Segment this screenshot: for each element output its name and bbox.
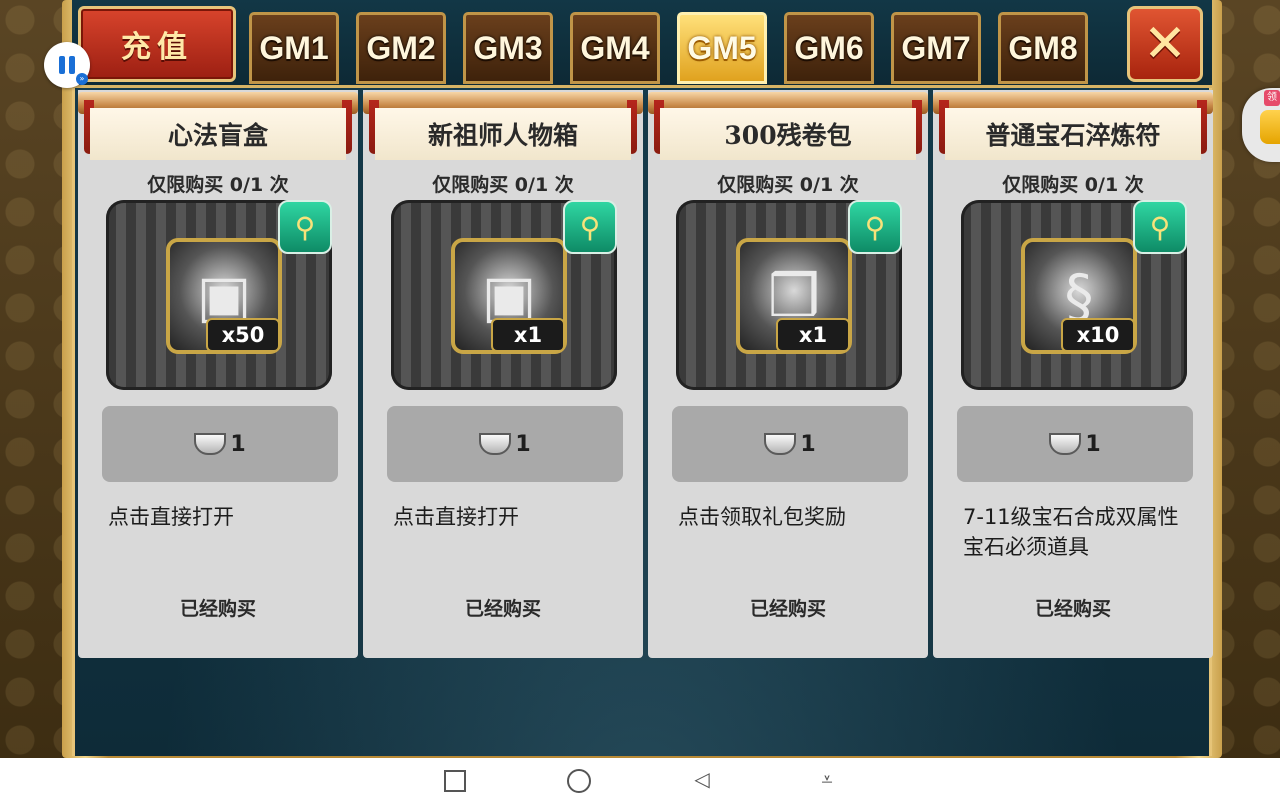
buy-button[interactable]: 1 (102, 406, 338, 482)
tab-gm4[interactable]: GM4 (570, 12, 660, 84)
purchase-status: 已经购买 (1034, 598, 1111, 620)
item-display: ❒ x1 ⚲ (676, 200, 902, 390)
silver-ingot-icon (194, 433, 227, 455)
silver-ingot-icon (764, 433, 797, 455)
back-icon[interactable]: ◁ (690, 767, 714, 791)
item-display: ▣ x1 ⚲ (391, 200, 617, 390)
recent-apps-icon[interactable] (441, 767, 465, 791)
item-description: 7-11级宝石合成双属性宝石必须道具 (963, 505, 1179, 559)
price-value: 1 (1085, 431, 1101, 457)
price-value: 1 (800, 431, 816, 457)
card-title: 新祖师人物箱 (375, 108, 631, 160)
tab-gm8[interactable]: GM8 (998, 12, 1088, 84)
magnifier-icon[interactable]: ⚲ (848, 200, 902, 254)
card-title: 普通宝石淬炼符 (945, 108, 1201, 160)
buy-button[interactable]: 1 (672, 406, 908, 482)
shop-card: 心法盲盒 仅限购买 0/1 次 ▣ x50 ⚲ 1 点击直接打开 已经购买 (78, 90, 358, 658)
silver-ingot-icon (1049, 433, 1082, 455)
shop-card: 新祖师人物箱 仅限购买 0/1 次 ▣ x1 ⚲ 1 点击直接打开 已经购买 (363, 90, 643, 658)
buy-button[interactable]: 1 (387, 406, 623, 482)
tab-gm7[interactable]: GM7 (891, 12, 981, 84)
recharge-tab[interactable]: 充值 (78, 6, 236, 82)
tab-gm5[interactable]: GM5 (677, 12, 767, 84)
card-title: 心法盲盒 (90, 108, 346, 160)
system-nav-bar: ◁ ⩡ (0, 758, 1280, 800)
item-description: 点击直接打开 (393, 505, 519, 529)
tab-gm3[interactable]: GM3 (463, 12, 553, 84)
purchase-status: 已经购买 (179, 598, 256, 620)
home-icon[interactable] (565, 767, 589, 791)
magnifier-icon[interactable]: ⚲ (563, 200, 617, 254)
purchase-status: 已经购买 (749, 598, 826, 620)
magnifier-icon[interactable]: ⚲ (1133, 200, 1187, 254)
coin-icon (1260, 110, 1280, 144)
pause-button[interactable]: » (44, 42, 90, 88)
purchase-limit: 仅限购买 0/1 次 (717, 174, 859, 196)
item-display: ▣ x50 ⚲ (106, 200, 332, 390)
buy-button[interactable]: 1 (957, 406, 1193, 482)
item-description: 点击直接打开 (108, 505, 234, 529)
item-quantity: x1 (776, 318, 850, 352)
pause-icon (59, 56, 75, 74)
item-quantity: x10 (1061, 318, 1135, 352)
purchase-limit: 仅限购买 0/1 次 (432, 174, 574, 196)
close-icon: ✕ (1143, 14, 1187, 74)
card-title: 300残卷包 (660, 108, 916, 160)
item-description: 点击领取礼包奖励 (678, 505, 846, 529)
silver-ingot-icon (479, 433, 512, 455)
item-quantity: x50 (206, 318, 280, 352)
side-reward-tag: 领 (1264, 90, 1280, 106)
magnifier-icon[interactable]: ⚲ (278, 200, 332, 254)
purchase-status: 已经购买 (464, 598, 541, 620)
tab-gm2[interactable]: GM2 (356, 12, 446, 84)
price-value: 1 (515, 431, 531, 457)
item-display: § x10 ⚲ (961, 200, 1187, 390)
shop-card: 普通宝石淬炼符 仅限购买 0/1 次 § x10 ⚲ 1 7-11级宝石合成双属… (933, 90, 1213, 658)
shop-card: 300残卷包 仅限购买 0/1 次 ❒ x1 ⚲ 1 点击领取礼包奖励 已经购买 (648, 90, 928, 658)
item-quantity: x1 (491, 318, 565, 352)
close-button[interactable]: ✕ (1127, 6, 1203, 82)
purchase-limit: 仅限购买 0/1 次 (147, 174, 289, 196)
tab-gm1[interactable]: GM1 (249, 12, 339, 84)
fast-forward-icon: » (76, 73, 88, 85)
tab-gm6[interactable]: GM6 (784, 12, 874, 84)
price-value: 1 (230, 431, 246, 457)
notification-pull-icon[interactable]: ⩡ (815, 767, 839, 791)
purchase-limit: 仅限购买 0/1 次 (1002, 174, 1144, 196)
